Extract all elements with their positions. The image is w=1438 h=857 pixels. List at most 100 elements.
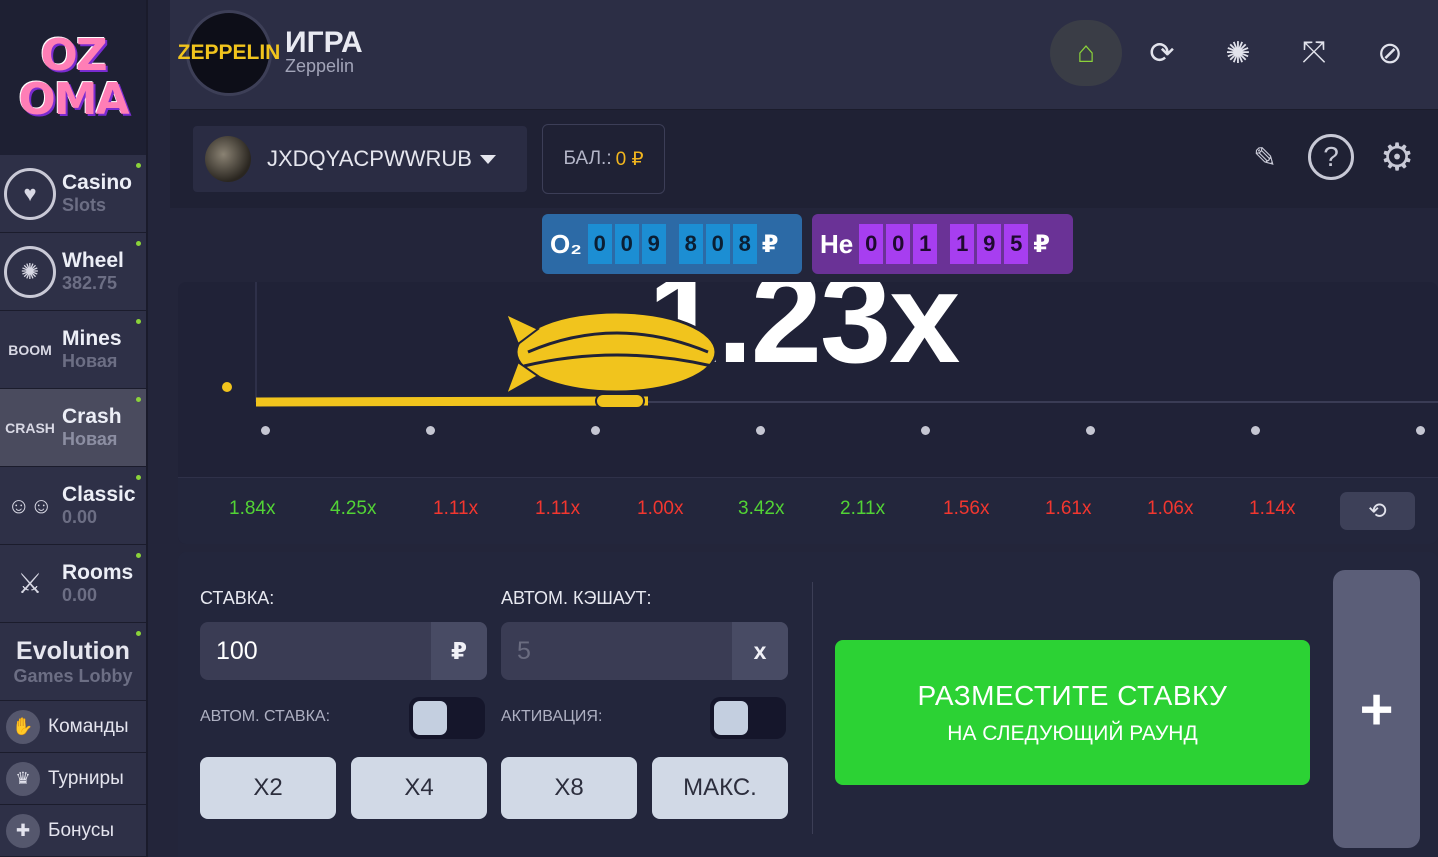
home-icon[interactable]: ⌂ — [1050, 20, 1122, 86]
header: ZEPPELIN ИГРА Zeppelin ⌂ ⟳ ✺ ⤧ ⊘ — [170, 0, 1438, 110]
wheel-icon: ✺ — [4, 245, 56, 298]
counter-digit: 8 — [732, 224, 757, 264]
max-button[interactable]: МАКС. — [652, 757, 788, 819]
axis-tick — [1416, 426, 1425, 435]
o2-counter: O₂ 0 0 9 8 0 8 ₽ — [542, 214, 802, 274]
sidebar-item-label: Casino — [62, 170, 133, 194]
sidebar-item-mines[interactable]: BOOM Mines Новая — [0, 311, 146, 389]
logo-text: OZ OMA — [18, 29, 129, 125]
divider — [812, 582, 813, 834]
sidebar-item-sub: 0.00 — [62, 506, 98, 527]
axis-tick — [426, 426, 435, 435]
avatar — [205, 136, 251, 182]
sidebar-item-wheel[interactable]: ✺ Wheel 382.75 — [0, 233, 146, 311]
game-canvas: 1.23x 1.84x 4.25x 1.11x 1.11x 1.00x 3.42… — [178, 282, 1438, 544]
sidebar-item-label: Команды — [48, 715, 129, 737]
boom-icon: BOOM — [8, 341, 52, 358]
hide-icon[interactable]: ⊘ — [1354, 20, 1426, 86]
handshake-icon: ✋ — [6, 709, 40, 744]
sidebar-item-classic[interactable]: ☺☺ Classic 0.00 — [0, 467, 146, 545]
counter-digit: 1 — [913, 224, 938, 264]
x8-button[interactable]: X8 — [501, 757, 637, 819]
activation-toggle[interactable] — [710, 697, 786, 739]
axis-tick — [1251, 426, 1260, 435]
history-button[interactable]: ⟲ — [1340, 492, 1415, 530]
x4-button[interactable]: X4 — [351, 757, 487, 819]
sidebar-item-label: Mines — [62, 326, 122, 350]
history-item: 1.56x — [943, 498, 990, 519]
counter-digit: 0 — [886, 224, 911, 264]
online-dot — [136, 553, 141, 558]
bet-panel: СТАВКА: АВТОМ. КЭШАУТ: 100 ₽ 5 x АВТОМ. … — [178, 552, 1438, 857]
fullscreen-icon[interactable]: ⤧ — [1278, 20, 1350, 86]
heart-chip-icon: ♥ — [4, 167, 56, 220]
sidebar-item-bonuses[interactable]: ✚ Бонусы — [0, 805, 146, 857]
settings-icon[interactable]: ⚙ — [1374, 134, 1420, 180]
auto-bet-toggle[interactable] — [409, 697, 485, 739]
zeppelin-icon — [508, 310, 718, 409]
user-dropdown[interactable]: JXDQYACPWWRUB — [193, 126, 527, 192]
crash-icon: CRASH — [5, 419, 55, 436]
history-item: 2.11x — [840, 498, 886, 519]
online-dot — [136, 397, 141, 402]
counter-currency: ₽ — [1033, 230, 1050, 258]
sidebar-item-casino[interactable]: ♥ Casino Slots — [0, 155, 146, 233]
sidebar-item-sub: Slots — [62, 194, 107, 215]
start-point — [222, 382, 232, 392]
history-item: 1.84x — [229, 498, 276, 519]
add-bet-button[interactable]: + — [1333, 570, 1420, 848]
axis-tick — [261, 426, 270, 435]
counter-digit: 0 — [705, 224, 730, 264]
history-item: 1.11x — [433, 498, 479, 519]
sidebar-item-label: Турниры — [48, 767, 124, 789]
evolution-label: Evolution — [16, 636, 130, 665]
ticket-icon[interactable]: ✎ — [1242, 134, 1288, 180]
zeppelin-logo: ZEPPELIN — [178, 10, 280, 96]
counter-digit: 5 — [1004, 224, 1029, 264]
history-item: 1.14x — [1249, 498, 1296, 519]
auto-cashout-input[interactable]: 5 — [501, 637, 732, 666]
history-bar: 1.84x 4.25x 1.11x 1.11x 1.00x 3.42x 2.11… — [178, 477, 1438, 544]
sidebar-item-sub: Новая — [62, 428, 118, 449]
sidebar-item-rooms[interactable]: ⚔ Rooms 0.00 — [0, 545, 146, 623]
people-icon: ☺☺ — [7, 492, 53, 518]
counter-digit: 1 — [950, 224, 975, 264]
activation-label: АКТИВАЦИЯ: — [501, 708, 603, 725]
history-item: 4.25x — [330, 498, 377, 519]
history-item: 1.06x — [1147, 498, 1194, 519]
place-bet-button[interactable]: РАЗМЕСТИТЕ СТАВКУ НА СЛЕДУЮЩИЙ РАУНД — [835, 640, 1310, 785]
username: JXDQYACPWWRUB — [267, 146, 472, 171]
plus-icon: + — [1359, 676, 1394, 742]
sidebar: OZ OMA ♥ Casino Slots ✺ Wheel 382.75 BOOM… — [0, 0, 148, 857]
sidebar-item-evolution[interactable]: Evolution Games Lobby — [0, 623, 146, 701]
chevron-down-icon — [479, 154, 496, 164]
counter-digit: 9 — [977, 224, 1002, 264]
he-label: He — [820, 228, 854, 259]
sidebar-item-tournaments[interactable]: ♛ Турниры — [0, 753, 146, 805]
history-item: 1.11x — [535, 498, 581, 519]
balance-label: БАЛ.: — [563, 148, 612, 169]
sidebar-item-crash[interactable]: CRASH Crash Новая — [0, 389, 146, 467]
help-icon[interactable]: ? — [1308, 134, 1354, 180]
page-title: ИГРА — [285, 26, 363, 59]
account-bar: JXDQYACPWWRUB БАЛ.: 0 ₽ ✎ ? ⚙ — [170, 110, 1438, 208]
counter-digit: 0 — [587, 224, 612, 264]
counter-digit: 8 — [678, 224, 703, 264]
site-logo[interactable]: OZ OMA — [0, 0, 146, 155]
trophy-icon: ♛ — [6, 761, 40, 796]
header-actions: ⌂ ⟳ ✺ ⤧ ⊘ — [1050, 20, 1426, 86]
auto-cashout-label: АВТОМ. КЭШАУТ: — [501, 588, 652, 608]
sidebar-item-teams[interactable]: ✋ Команды — [0, 701, 146, 753]
sidebar-item-sub: Новая — [62, 350, 118, 371]
stake-field[interactable]: 100 ₽ — [200, 622, 487, 680]
sidebar-item-label: Classic — [62, 482, 136, 506]
auto-cashout-field[interactable]: 5 x — [501, 622, 788, 680]
sun-icon[interactable]: ✺ — [1202, 20, 1274, 86]
sidebar-item-label: Crash — [62, 404, 122, 428]
sidebar-item-label: Бонусы — [48, 819, 114, 841]
evolution-sub: Games Lobby — [13, 665, 133, 686]
stake-input[interactable]: 100 — [200, 637, 431, 666]
history-item: 1.61x — [1045, 498, 1092, 519]
x2-button[interactable]: X2 — [200, 757, 336, 819]
refresh-icon[interactable]: ⟳ — [1126, 20, 1198, 86]
